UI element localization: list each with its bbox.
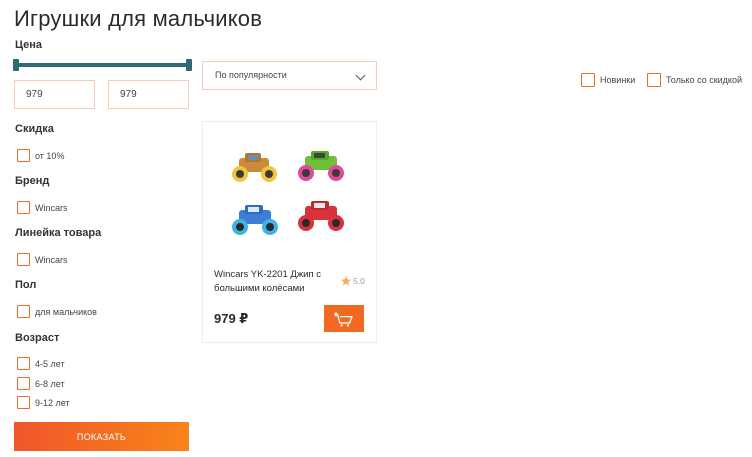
toy-car-green xyxy=(298,151,344,181)
toy-car-blue xyxy=(232,205,278,235)
product-rating: 5.0 xyxy=(340,275,365,287)
sort-selected-value: По популярности xyxy=(215,70,287,80)
filter-option-discount-10[interactable]: от 10% xyxy=(17,149,64,162)
filter-option-brand-wincars[interactable]: Wincars xyxy=(17,201,68,214)
filter-option-label: от 10% xyxy=(35,150,65,161)
checkbox[interactable] xyxy=(17,357,30,370)
checkbox[interactable] xyxy=(647,73,661,87)
page-title: Игрушки для мальчиков xyxy=(14,6,263,31)
filter-option-line-wincars[interactable]: Wincars xyxy=(17,253,68,266)
checkbox[interactable] xyxy=(17,305,30,318)
discount-filter-heading: Скидка xyxy=(15,123,54,135)
filter-option-gender-boys[interactable]: для мальчиков xyxy=(17,305,97,318)
cart-plus-icon xyxy=(334,311,353,327)
filter-option-label: для мальчиков xyxy=(35,306,97,317)
toy-car-yellow xyxy=(232,153,277,182)
filter-option-label: 9-12 лет xyxy=(35,397,70,408)
checkbox[interactable] xyxy=(17,253,30,266)
toggle-new-items[interactable]: Новинки xyxy=(581,73,635,87)
brand-filter-heading: Бренд xyxy=(15,175,50,187)
rating-value: 5.0 xyxy=(353,276,365,286)
filter-option-age-6-8[interactable]: 6-8 лет xyxy=(17,377,65,390)
checkbox[interactable] xyxy=(17,149,30,162)
filter-option-age-4-5[interactable]: 4-5 лет xyxy=(17,357,65,370)
star-icon xyxy=(341,276,351,286)
chevron-down-icon xyxy=(355,70,366,81)
sort-select[interactable]: По популярности xyxy=(202,61,377,90)
filter-option-label: 6-8 лет xyxy=(35,378,65,389)
filter-option-label: 4-5 лет xyxy=(35,358,65,369)
product-card[interactable]: Wincars YK-2201 Джип с большими колёсами… xyxy=(202,121,377,343)
age-filter-heading: Возраст xyxy=(15,332,60,344)
filter-option-age-9-12[interactable]: 9-12 лет xyxy=(17,396,70,409)
checkbox[interactable] xyxy=(17,377,30,390)
toggle-discount-only[interactable]: Только со скидкой xyxy=(647,73,742,87)
price-slider-track[interactable] xyxy=(15,63,189,67)
checkbox[interactable] xyxy=(581,73,595,87)
product-price: 979 ₽ xyxy=(214,311,249,326)
gender-filter-heading: Пол xyxy=(15,279,37,291)
toy-car-red xyxy=(298,201,344,231)
toggle-discount-only-label: Только со скидкой xyxy=(666,75,742,85)
toggle-new-items-label: Новинки xyxy=(600,75,636,85)
price-min-input[interactable]: 979 xyxy=(14,80,95,109)
product-name[interactable]: Wincars YK-2201 Джип с большими колёсами xyxy=(214,268,324,296)
add-to-cart-button[interactable] xyxy=(324,305,364,332)
show-results-button[interactable]: ПОКАЗАТЬ xyxy=(14,422,189,451)
price-slider-max-handle[interactable] xyxy=(186,59,192,71)
product-image[interactable] xyxy=(223,142,357,262)
checkbox[interactable] xyxy=(17,201,30,214)
price-max-input[interactable]: 979 xyxy=(108,80,189,109)
checkbox[interactable] xyxy=(17,396,30,409)
price-filter-heading: Цена xyxy=(15,39,43,51)
product-line-filter-heading: Линейка товара xyxy=(15,227,102,239)
filter-option-label: Wincars xyxy=(35,254,68,265)
price-slider-min-handle[interactable] xyxy=(13,59,19,71)
filter-option-label: Wincars xyxy=(35,202,68,213)
